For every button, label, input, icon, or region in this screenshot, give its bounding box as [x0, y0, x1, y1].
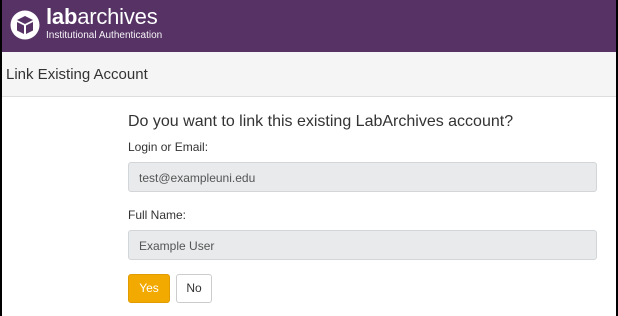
panel-header: Link Existing Account: [2, 52, 616, 97]
brand-subtitle: Institutional Authentication: [46, 30, 163, 41]
box-icon: [10, 10, 40, 40]
full-name-label: Full Name:: [128, 208, 187, 222]
form-question: Do you want to link this existing LabArc…: [128, 113, 514, 130]
page-title: Link Existing Account: [6, 66, 148, 83]
login-field[interactable]: test@exampleuni.edu: [128, 162, 597, 192]
brand-name: labarchives: [46, 4, 158, 29]
yes-button[interactable]: Yes: [128, 274, 170, 303]
no-button[interactable]: No: [176, 274, 212, 303]
full-name-field[interactable]: Example User: [128, 230, 597, 260]
login-label: Login or Email:: [128, 140, 209, 154]
brand-logo[interactable]: labarchives Institutional Authentication: [46, 6, 162, 41]
app-header: labarchives Institutional Authentication: [2, 0, 616, 52]
